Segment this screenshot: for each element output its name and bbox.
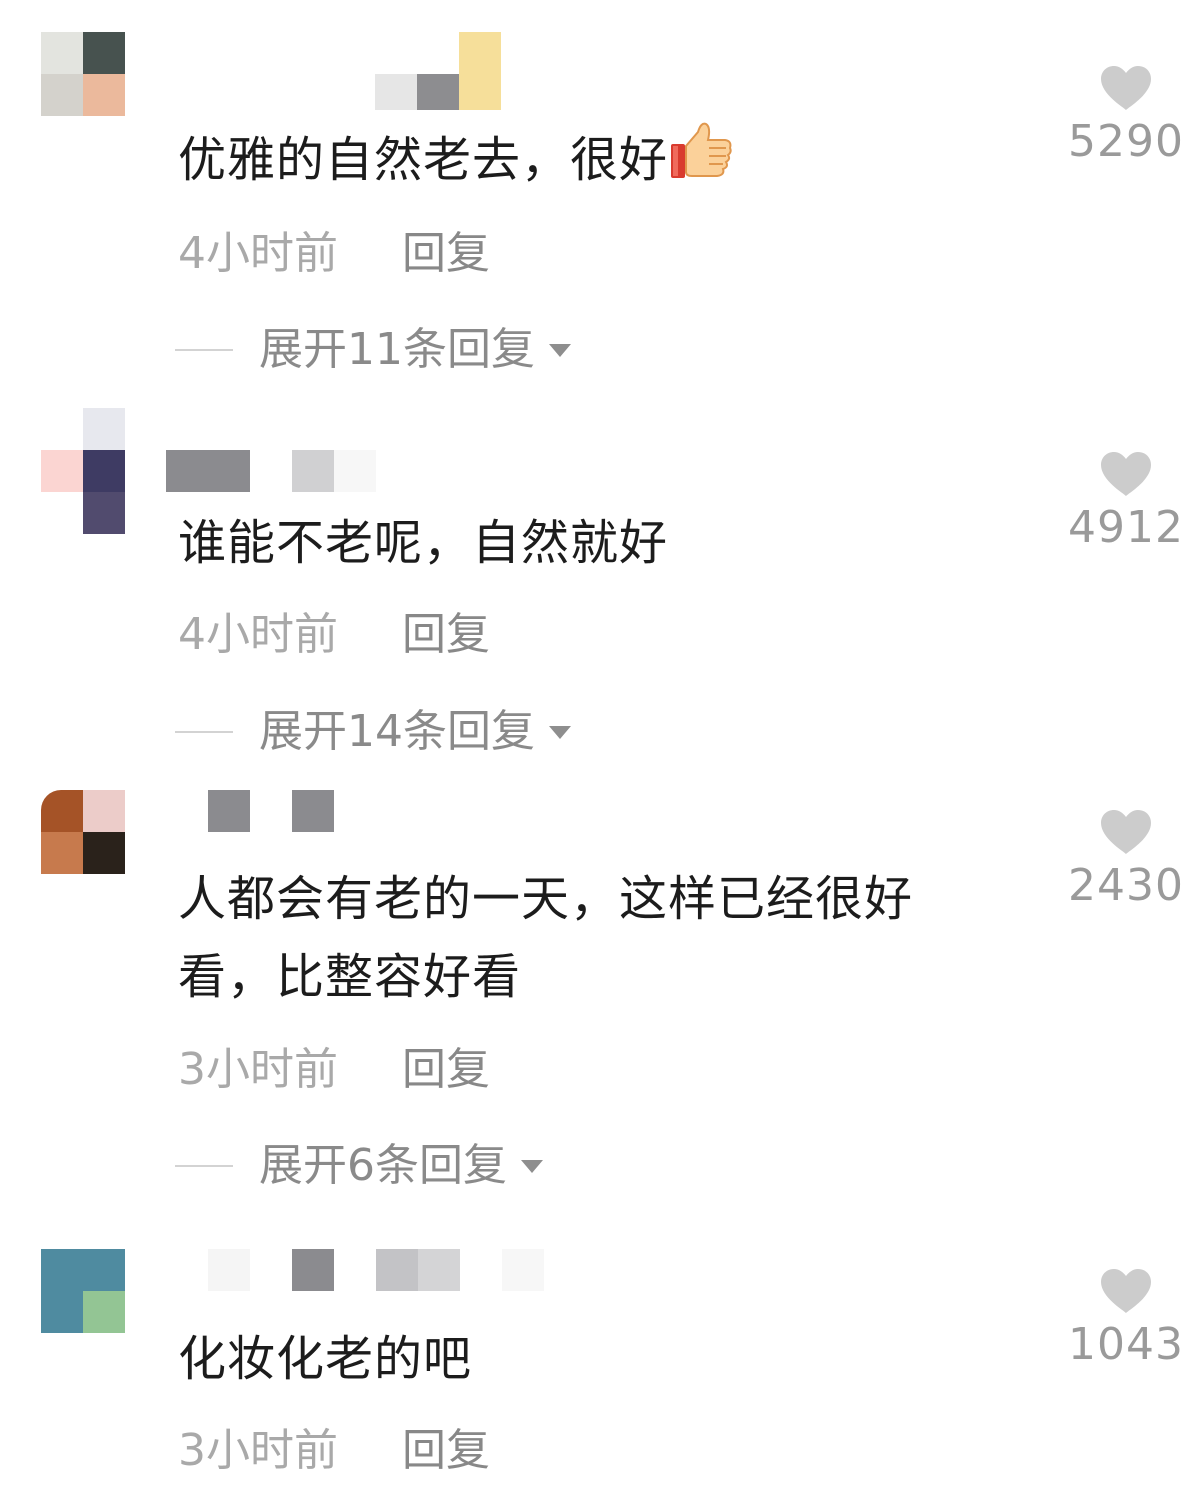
caret-down-icon — [549, 343, 571, 357]
comment-text: 谁能不老呢，自然就好 — [178, 515, 669, 571]
comment-meta: 4小时前 回复 — [178, 605, 490, 665]
comment-meta: 4小时前 回复 — [178, 224, 490, 284]
divider — [175, 349, 233, 351]
comment-time: 3小时前 — [178, 1425, 338, 1476]
like-count: 2430 — [1068, 860, 1184, 911]
avatar[interactable] — [41, 1249, 125, 1333]
like-button[interactable]: 5290 — [1066, 64, 1186, 168]
username[interactable] — [375, 32, 501, 110]
comment-text-line: 人都会有老的一天，这样已经很好 — [178, 871, 914, 927]
heart-icon — [1101, 1269, 1151, 1313]
username[interactable] — [166, 450, 376, 492]
expand-replies-button[interactable]: 展开11条回复 — [175, 320, 571, 380]
caret-down-icon — [549, 725, 571, 739]
reply-button[interactable]: 回复 — [402, 605, 490, 665]
divider — [175, 1165, 233, 1167]
comment-time: 4小时前 — [178, 609, 338, 660]
like-count: 4912 — [1068, 502, 1184, 553]
comment-text-line: 看，比整容好看 — [178, 949, 522, 1005]
comment-time: 3小时前 — [178, 1044, 338, 1095]
avatar[interactable] — [41, 32, 125, 116]
heart-icon — [1101, 810, 1151, 854]
heart-icon — [1101, 452, 1151, 496]
like-count: 5290 — [1068, 116, 1184, 167]
comment-meta: 3小时前 回复 — [178, 1040, 490, 1100]
expand-replies-label: 展开11条回复 — [259, 324, 535, 375]
username[interactable] — [208, 790, 334, 832]
reply-button[interactable]: 回复 — [402, 224, 490, 284]
expand-replies-label: 展开14条回复 — [259, 706, 535, 757]
reply-button[interactable]: 回复 — [402, 1040, 490, 1100]
comment-text: 优雅的自然老去，很好 — [178, 118, 1018, 199]
caret-down-icon — [521, 1159, 543, 1173]
thumbs-up-emoji — [668, 118, 734, 184]
avatar[interactable] — [41, 408, 125, 534]
expand-replies-button[interactable]: 展开14条回复 — [175, 702, 571, 762]
like-count: 1043 — [1068, 1319, 1184, 1370]
divider — [175, 731, 233, 733]
comment-meta: 3小时前 回复 — [178, 1421, 490, 1481]
expand-replies-label: 展开6条回复 — [259, 1140, 507, 1191]
like-button[interactable]: 4912 — [1066, 450, 1186, 554]
comment-text: 化妆化老的吧 — [178, 1331, 473, 1387]
reply-button[interactable]: 回复 — [402, 1421, 490, 1481]
expand-replies-button[interactable]: 展开6条回复 — [175, 1136, 543, 1196]
like-button[interactable]: 2430 — [1066, 808, 1186, 912]
heart-icon — [1101, 66, 1151, 110]
username[interactable] — [208, 1249, 544, 1291]
avatar[interactable] — [41, 790, 125, 874]
like-button[interactable]: 1043 — [1066, 1267, 1186, 1371]
comment-time: 4小时前 — [178, 228, 338, 279]
comment-text: 人都会有老的一天，这样已经很好 看，比整容好看 — [178, 860, 1018, 1016]
comment-list: 优雅的自然老去，很好 4小时前 回复 展开11条回复 5290 谁能不老呢，自然… — [0, 0, 1200, 1499]
